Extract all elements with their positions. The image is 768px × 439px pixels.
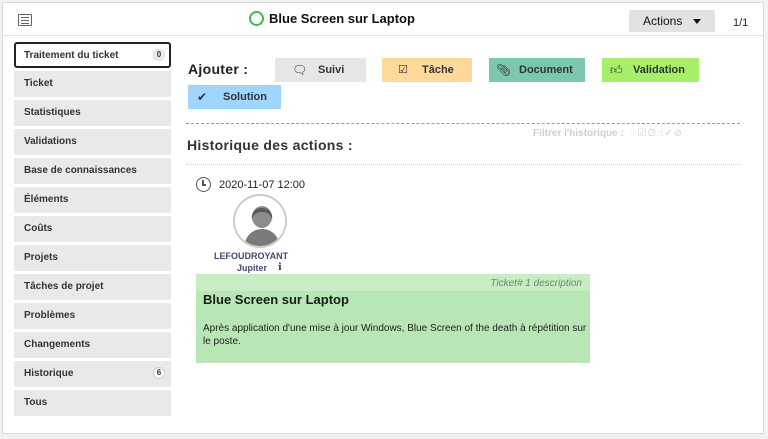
sidebar-item-label: Historique bbox=[24, 368, 74, 379]
sidebar-item-tous[interactable]: Tous bbox=[14, 390, 171, 416]
sidebar-item-historique[interactable]: Historique 6 bbox=[14, 361, 171, 387]
add-document-label: Document bbox=[519, 64, 573, 76]
sidebar-item-changements[interactable]: Changements bbox=[14, 332, 171, 358]
ticket-description: Ticket# 1 description Blue Screen sur La… bbox=[196, 274, 590, 363]
clock-icon bbox=[196, 177, 211, 192]
description-title: Blue Screen sur Laptop bbox=[203, 292, 349, 307]
menu-icon[interactable] bbox=[18, 14, 32, 26]
add-document-button[interactable]: 📎︎ Document bbox=[489, 58, 585, 82]
actions-button[interactable]: Actions bbox=[629, 10, 715, 32]
sidebar-item-label: Tous bbox=[24, 397, 48, 408]
sidebar-item-label: Validations bbox=[24, 136, 77, 147]
sidebar-item-problemes[interactable]: Problèmes bbox=[14, 303, 171, 329]
sidebar-item-taches-projet[interactable]: Tâches de projet bbox=[14, 274, 171, 300]
sidebar: Traitement du ticket 0 Ticket Statistiqu… bbox=[14, 42, 171, 419]
add-validation-button[interactable]: 👍︎ Validation bbox=[602, 58, 699, 82]
sidebar-item-elements[interactable]: Éléments bbox=[14, 187, 171, 213]
description-header: Ticket# 1 description bbox=[196, 274, 590, 291]
header: Blue Screen sur Laptop Actions 1/1 bbox=[3, 3, 763, 36]
add-followup-label: Suivi bbox=[318, 64, 345, 76]
history-title: Historique des actions : bbox=[187, 137, 353, 153]
add-followup-button[interactable]: 🗨︎ Suivi bbox=[275, 58, 366, 82]
sidebar-item-label: Éléments bbox=[24, 194, 69, 205]
sidebar-item-validations[interactable]: Validations bbox=[14, 129, 171, 155]
author-entity: Jupiter bbox=[237, 263, 268, 273]
sidebar-item-statistiques[interactable]: Statistiques bbox=[14, 100, 171, 126]
description-meta: Ticket# 1 description bbox=[490, 278, 582, 289]
add-label: Ajouter : bbox=[188, 61, 249, 77]
description-content: Après application d'une mise à jour Wind… bbox=[203, 323, 587, 347]
checkbox-icon: ☑ bbox=[398, 64, 408, 76]
divider bbox=[186, 123, 740, 124]
actions-label: Actions bbox=[643, 14, 683, 28]
divider bbox=[186, 164, 740, 165]
thumbs-up-icon: 👍︎ bbox=[610, 63, 623, 77]
sidebar-item-base-connaissances[interactable]: Base de connaissances bbox=[14, 158, 171, 184]
sidebar-item-label: Base de connaissances bbox=[24, 165, 137, 176]
filter-label: Filtrer l'historique : bbox=[533, 128, 624, 139]
add-task-label: Tâche bbox=[422, 64, 454, 76]
add-validation-label: Validation bbox=[633, 64, 685, 76]
sidebar-item-ticket[interactable]: Ticket bbox=[14, 71, 171, 97]
filter-type-icons[interactable]: ◌☑∅☝✓⊘ bbox=[631, 128, 683, 139]
sidebar-item-projets[interactable]: Projets bbox=[14, 245, 171, 271]
sidebar-item-label: Problèmes bbox=[24, 310, 76, 321]
sidebar-item-label: Traitement du ticket bbox=[24, 50, 119, 61]
paperclip-icon: 📎︎ bbox=[496, 63, 512, 77]
sidebar-item-couts[interactable]: Coûts bbox=[14, 216, 171, 242]
chat-bubble-icon: 🗨︎ bbox=[292, 63, 308, 77]
add-task-button[interactable]: ☑ Tâche bbox=[382, 58, 472, 82]
sidebar-item-label: Coûts bbox=[24, 223, 53, 234]
sidebar-item-traitement[interactable]: Traitement du ticket 0 bbox=[14, 42, 171, 68]
avatar bbox=[233, 194, 287, 248]
sidebar-item-label: Statistiques bbox=[24, 107, 81, 118]
sidebar-item-label: Ticket bbox=[24, 78, 53, 89]
pager: 1/1 bbox=[733, 17, 749, 29]
add-solution-button[interactable]: ✔ Solution bbox=[188, 85, 281, 109]
add-solution-label: Solution bbox=[223, 91, 267, 103]
status-icon bbox=[249, 11, 264, 26]
ticket-title: Blue Screen sur Laptop bbox=[269, 11, 415, 26]
author-name[interactable]: LEFOUDROYANT bbox=[214, 251, 288, 261]
history-filter[interactable]: Filtrer l'historique : ◌☑∅☝✓⊘ bbox=[533, 128, 683, 139]
caret-down-icon bbox=[693, 19, 701, 24]
count-badge: 0 bbox=[153, 49, 165, 61]
sidebar-item-label: Changements bbox=[24, 339, 91, 350]
sidebar-item-label: Tâches de projet bbox=[24, 281, 104, 292]
info-icon[interactable]: ℹ bbox=[278, 262, 282, 273]
count-badge: 6 bbox=[153, 367, 165, 379]
timeline-date: 2020-11-07 12:00 bbox=[219, 179, 306, 191]
sidebar-item-label: Projets bbox=[24, 252, 58, 263]
checkmark-icon: ✔ bbox=[197, 90, 208, 104]
